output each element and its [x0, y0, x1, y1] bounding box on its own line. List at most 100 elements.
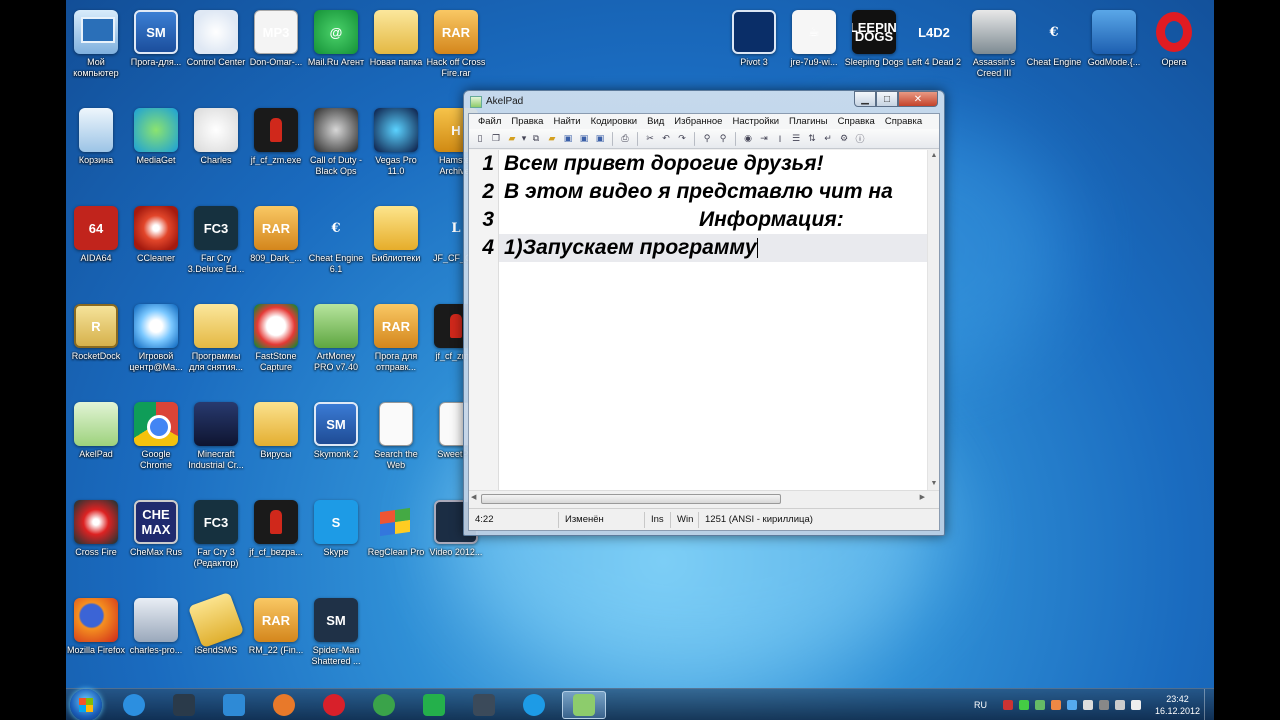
desktop-shortcut[interactable]: Charles	[186, 104, 246, 200]
text-line[interactable]: Всем привет дорогие друзья!	[499, 150, 927, 178]
cursor-icon[interactable]: I	[773, 132, 787, 146]
insert-icon[interactable]: ⇥	[757, 132, 771, 146]
word-wrap-icon[interactable]: ↵	[821, 132, 835, 146]
menu-item[interactable]: Вид	[642, 114, 669, 129]
new-file-icon[interactable]: ▯	[473, 132, 487, 146]
open-folder-icon[interactable]: ▰	[505, 132, 519, 146]
desktop-shortcut[interactable]: MP3 Don-Omar-...	[246, 6, 306, 102]
print-icon[interactable]: ⎙	[618, 132, 632, 146]
find-icon[interactable]: ⚲	[700, 132, 714, 146]
save-all-icon[interactable]: ▣	[593, 132, 607, 146]
desktop-shortcut[interactable]: CHE MAX CheMax Rus	[126, 496, 186, 592]
start-button[interactable]	[70, 689, 102, 720]
desktop-shortcut[interactable]: jf_cf_zm.exe	[246, 104, 306, 200]
tray-app-icon[interactable]	[1034, 700, 1045, 710]
scroll-right-icon[interactable]: ▶	[920, 493, 925, 501]
akelpad-window[interactable]: AkelPad ▁ □ ✕ Файл Правка Найти Кодировки Ви…	[463, 90, 945, 536]
desktop-shortcut[interactable]: SM Skymonk 2	[306, 398, 366, 494]
info-icon[interactable]: ⓘ	[853, 132, 867, 146]
cut-icon[interactable]: ✂	[643, 132, 657, 146]
close-button[interactable]: ✕	[898, 91, 938, 107]
desktop-shortcut[interactable]: AkelPad	[66, 398, 126, 494]
desktop-shortcut[interactable]: RAR Hack off Cross Fire.rar	[426, 6, 486, 102]
scroll-left-icon[interactable]: ◀	[471, 493, 476, 501]
desktop-shortcut[interactable]: MediaGet	[126, 104, 186, 200]
save-as-icon[interactable]: ▣	[577, 132, 591, 146]
redo-icon[interactable]: ↷	[675, 132, 689, 146]
menu-item[interactable]: Правка	[506, 114, 548, 129]
desktop-shortcut[interactable]: Корзина	[66, 104, 126, 200]
text-area[interactable]: Всем привет дорогие друзья! В этом видео …	[499, 150, 927, 490]
desktop-shortcut[interactable]: S Skype	[306, 496, 366, 592]
replace-icon[interactable]: ⚲	[716, 132, 730, 146]
desktop-shortcut[interactable]: SM Прога-для...	[126, 6, 186, 102]
text-line[interactable]: В этом видео я представлю чит на	[499, 178, 927, 206]
desktop-shortcut[interactable]: RAR RM_22 (Fin...	[246, 594, 306, 690]
desktop-shortcut[interactable]: CCleaner	[126, 202, 186, 298]
tray-app-icon[interactable]	[1082, 700, 1093, 710]
status-newline-format[interactable]: Win	[671, 511, 699, 528]
desktop-shortcut[interactable]: € Cheat Engine 6.1	[306, 202, 366, 298]
network-icon[interactable]	[1114, 700, 1125, 710]
tray-app-icon[interactable]	[1018, 700, 1029, 710]
language-indicator[interactable]: RU	[974, 700, 987, 710]
maximize-button[interactable]: □	[876, 91, 898, 107]
settings-icon[interactable]: ⚙	[837, 132, 851, 146]
scroll-down-icon[interactable]: ▼	[928, 478, 940, 490]
menu-item[interactable]: Плагины	[784, 114, 833, 129]
desktop-shortcut[interactable]: RegClean Pro	[366, 496, 426, 592]
folder-icon[interactable]: ▰	[545, 132, 559, 146]
minimize-button[interactable]: ▁	[854, 91, 876, 107]
taskbar-button[interactable]	[562, 691, 606, 719]
save-icon[interactable]: ▣	[561, 132, 575, 146]
desktop-shortcut[interactable]: RAR Прога для отправк...	[366, 300, 426, 396]
desktop-shortcut[interactable]: SM Spider-Man Shattered ...	[306, 594, 366, 690]
menu-item[interactable]: Кодировки	[586, 114, 643, 129]
desktop-shortcut[interactable]: GodMode.{...	[1084, 6, 1144, 102]
desktop-shortcut[interactable]: RAR 809_Dark_...	[246, 202, 306, 298]
desktop-shortcut[interactable]: Игровой центр@Ma...	[126, 300, 186, 396]
status-encoding[interactable]: 1251 (ANSI - кириллица)	[699, 512, 819, 528]
taskbar-button[interactable]	[212, 691, 256, 719]
show-desktop-button[interactable]	[1204, 689, 1214, 720]
desktop-shortcut[interactable]: SLEEPING DOGS Sleeping Dogs	[844, 6, 904, 102]
desktop-shortcut[interactable]: Assassin's Creed III	[964, 6, 1024, 102]
desktop-shortcut[interactable]: Программы для снятия...	[186, 300, 246, 396]
desktop-shortcut[interactable]: FastStone Capture	[246, 300, 306, 396]
desktop-shortcut[interactable]: Control Center	[186, 6, 246, 102]
text-line[interactable]: 1)Запускаем программу	[499, 234, 927, 262]
taskbar-button[interactable]	[312, 691, 356, 719]
reopen-icon[interactable]: ⧉	[529, 132, 543, 146]
tray-app-icon[interactable]	[1098, 700, 1109, 710]
desktop-shortcut[interactable]: ArtMoney PRO v7.40	[306, 300, 366, 396]
desktop-shortcut[interactable]: Opera	[1144, 6, 1204, 102]
dropdown-arrow-icon[interactable]: ▾	[521, 132, 527, 146]
desktop-shortcut[interactable]: Cross Fire	[66, 496, 126, 592]
desktop-shortcut[interactable]: iSendSMS	[186, 591, 246, 690]
text-editor[interactable]: 1 2 3 4 Всем привет дорогие друзья! В этом в…	[469, 150, 939, 490]
text-line[interactable]: Информация:	[499, 206, 927, 234]
desktop-shortcut[interactable]: Google Chrome	[126, 398, 186, 494]
desktop-shortcut[interactable]: Call of Duty - Black Ops	[306, 104, 366, 200]
horizontal-scrollbar[interactable]: ◀ ▶	[469, 490, 939, 506]
tray-app-icon[interactable]	[1066, 700, 1077, 710]
desktop-shortcut[interactable]: Vegas Pro 11.0	[366, 104, 426, 200]
status-insert-mode[interactable]: Ins	[645, 511, 671, 528]
volume-icon[interactable]	[1130, 700, 1141, 710]
desktop-shortcut[interactable]: FC3 Far Cry 3 (Редактор)	[186, 496, 246, 592]
desktop-shortcut[interactable]: Мой компьютер	[66, 6, 126, 102]
title-bar[interactable]: AkelPad ▁ □ ✕	[464, 91, 944, 113]
undo-icon[interactable]: ↶	[659, 132, 673, 146]
desktop-shortcut[interactable]: Новая папка	[366, 6, 426, 102]
tray-app-icon[interactable]	[1002, 700, 1013, 710]
goto-icon[interactable]: ◉	[741, 132, 755, 146]
taskbar-button[interactable]	[262, 691, 306, 719]
desktop-shortcut[interactable]: jf_cf_bezpa...	[246, 496, 306, 592]
desktop-shortcut[interactable]: ☕ jre-7u9-wi...	[784, 6, 844, 102]
taskbar-button[interactable]	[112, 691, 156, 719]
new-window-icon[interactable]: ❐	[489, 132, 503, 146]
desktop-shortcut[interactable]: charles-pro...	[126, 594, 186, 690]
desktop-shortcut[interactable]: € Cheat Engine	[1024, 6, 1084, 102]
menu-item[interactable]: Настройки	[727, 114, 784, 129]
desktop-shortcut[interactable]: @ Mail.Ru Агент	[306, 6, 366, 102]
